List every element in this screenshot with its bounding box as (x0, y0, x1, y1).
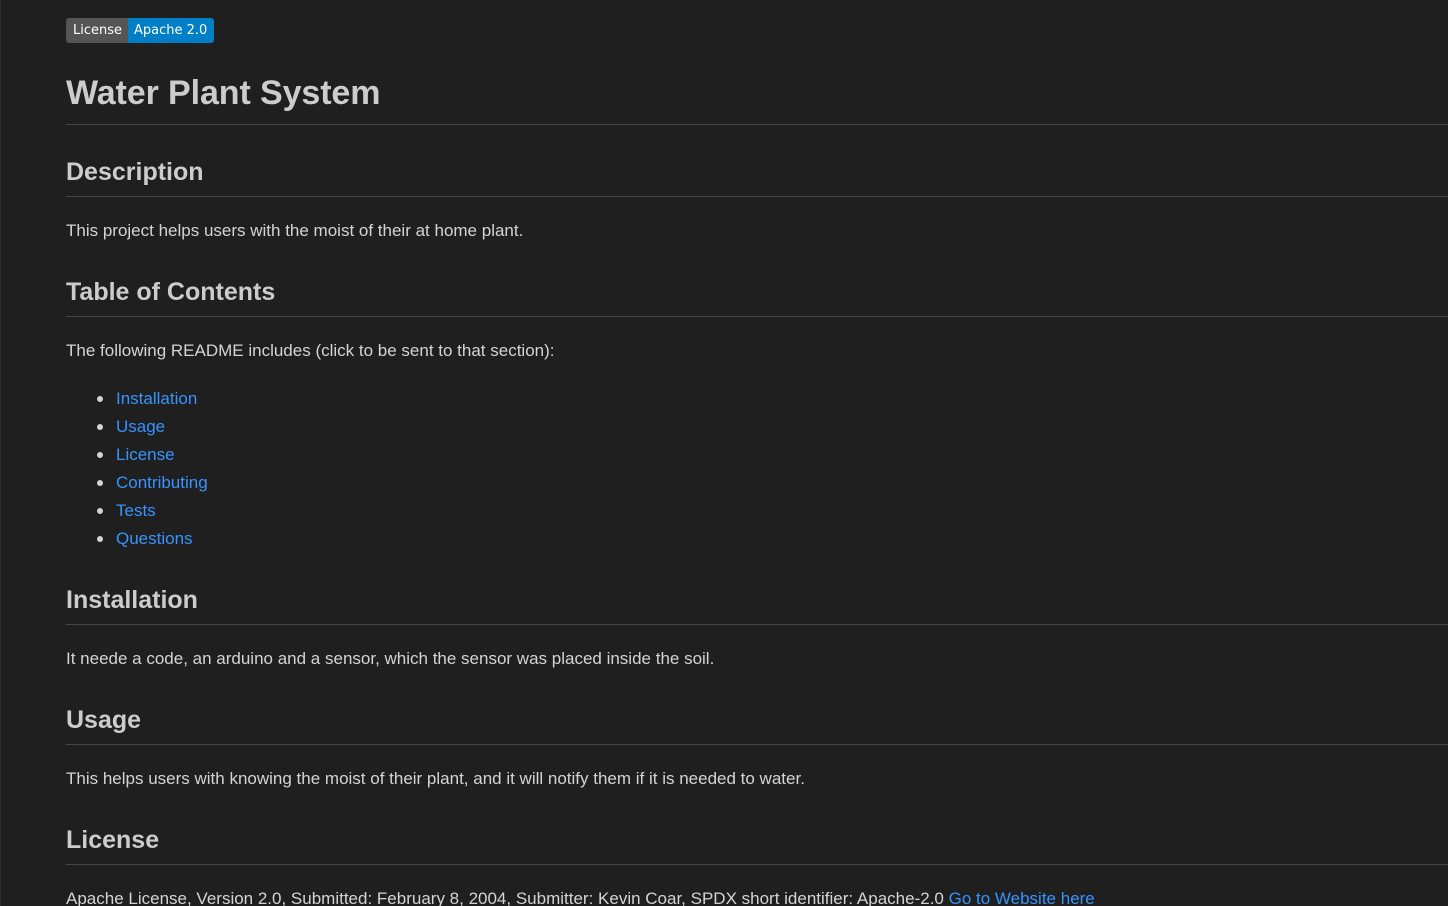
toc-divider (66, 316, 1448, 317)
bullet-icon (97, 396, 103, 402)
bullet-icon (97, 480, 103, 486)
list-item: Installation (66, 387, 208, 415)
license-badge-label: License (66, 18, 129, 43)
usage-text: This helps users with knowing the moist … (66, 769, 805, 788)
list-item: Usage (66, 415, 208, 443)
bullet-icon (97, 536, 103, 542)
bullet-icon (97, 424, 103, 430)
description-text: This project helps users with the moist … (66, 221, 524, 240)
toc-intro: The following README includes (click to … (66, 341, 555, 360)
license-divider (66, 864, 1448, 865)
description-heading: Description (66, 158, 204, 186)
markdown-preview: License Apache 2.0 Water Plant System De… (66, 0, 1448, 906)
installation-divider (66, 624, 1448, 625)
license-website-link[interactable]: Go to Website here (949, 889, 1095, 906)
license-badge[interactable]: License Apache 2.0 (66, 18, 215, 43)
title-divider (66, 124, 1448, 125)
page-title: Water Plant System (66, 74, 381, 112)
toc-link-installation[interactable]: Installation (116, 389, 197, 408)
bullet-icon (97, 452, 103, 458)
list-item: License (66, 443, 208, 471)
usage-divider (66, 744, 1448, 745)
toc-link-license[interactable]: License (116, 445, 175, 464)
toc-heading: Table of Contents (66, 278, 276, 306)
license-heading: License (66, 826, 160, 854)
license-text: Apache License, Version 2.0, Submitted: … (66, 889, 944, 906)
usage-heading: Usage (66, 706, 142, 734)
installation-heading: Installation (66, 586, 198, 614)
description-divider (66, 196, 1448, 197)
license-badge-value: Apache 2.0 (128, 18, 215, 43)
toc-link-usage[interactable]: Usage (116, 417, 165, 436)
toc-list: Installation Usage License Contributing … (66, 387, 208, 555)
toc-link-questions[interactable]: Questions (116, 529, 193, 548)
list-item: Tests (66, 499, 208, 527)
toc-link-tests[interactable]: Tests (116, 501, 156, 520)
list-item: Contributing (66, 471, 208, 499)
list-item: Questions (66, 527, 208, 555)
bullet-icon (97, 508, 103, 514)
toc-link-contributing[interactable]: Contributing (116, 473, 208, 492)
installation-text: It neede a code, an arduino and a sensor… (66, 649, 715, 668)
license-paragraph: Apache License, Version 2.0, Submitted: … (66, 887, 1095, 906)
editor-left-border (0, 0, 1, 906)
